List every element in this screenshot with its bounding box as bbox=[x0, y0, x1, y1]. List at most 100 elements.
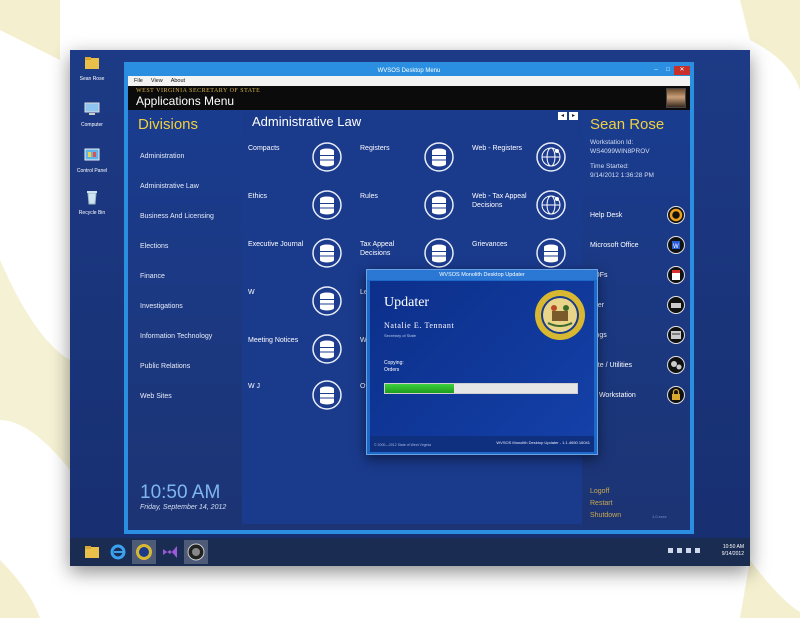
updater-heading: Updater bbox=[384, 295, 430, 310]
app-tile-icon[interactable] bbox=[312, 190, 342, 220]
version-text: 1.0.xxxx bbox=[652, 514, 667, 519]
desktop-icon-computer[interactable]: Computer bbox=[72, 100, 112, 128]
panel-next-button[interactable]: ▸ bbox=[569, 112, 578, 120]
app-tile[interactable]: Executive Journal bbox=[244, 238, 356, 278]
taskbar-wvsos-menu[interactable] bbox=[132, 540, 156, 564]
copy-status-label: Copying: bbox=[384, 360, 404, 366]
close-button[interactable]: ✕ bbox=[674, 66, 690, 75]
app-tile-icon[interactable] bbox=[312, 286, 342, 316]
tool-item[interactable]: ttings bbox=[590, 326, 685, 346]
tool-item[interactable]: date / Utilities bbox=[590, 356, 685, 376]
recycle-bin-icon bbox=[87, 191, 97, 205]
app-tile-icon[interactable] bbox=[536, 142, 566, 172]
maximize-button[interactable]: □ bbox=[662, 66, 674, 75]
division-item-administrative-law[interactable]: Administrative Law bbox=[140, 182, 214, 212]
time-started-label: Time Started: bbox=[590, 163, 629, 170]
app-tile[interactable]: Compacts bbox=[244, 142, 356, 182]
updater-footer: © 2000—2012 State of West Virginia WVSOS… bbox=[370, 436, 594, 452]
tool-item[interactable]: ck Workstation bbox=[590, 386, 685, 406]
app-tile-icon[interactable] bbox=[312, 142, 342, 172]
window-titlebar[interactable]: WVSOS Desktop Menu – □ ✕ bbox=[128, 66, 690, 76]
app-tile-label: Grievances bbox=[472, 241, 508, 248]
division-item-finance[interactable]: Finance bbox=[140, 272, 214, 302]
internet-explorer-icon bbox=[110, 544, 126, 560]
tray-arrow-icon[interactable] bbox=[668, 548, 673, 553]
app-tile-icon[interactable] bbox=[424, 190, 454, 220]
app-tile-icon[interactable] bbox=[536, 190, 566, 220]
clock-time: 10:50 AM bbox=[140, 482, 221, 503]
copy-status: Copying: Orders bbox=[384, 360, 404, 374]
app-tile-icon[interactable] bbox=[312, 380, 342, 410]
app-tile[interactable]: Ethics bbox=[244, 190, 356, 230]
taskbar-ie[interactable] bbox=[106, 540, 130, 564]
app-tile-label: Ethics bbox=[248, 193, 268, 200]
app-tile[interactable]: Web - Tax Appeal Decisions bbox=[468, 190, 580, 230]
database-icon bbox=[424, 142, 454, 172]
desktop-icon-control-panel[interactable]: Control Panel bbox=[72, 146, 112, 174]
division-item-administration[interactable]: Administration bbox=[140, 152, 214, 182]
division-item-business-licensing[interactable]: Business And Licensing bbox=[140, 212, 214, 242]
app-tile-icon[interactable] bbox=[424, 142, 454, 172]
taskbar-clock[interactable]: 10:50 AM 9/14/2012 bbox=[722, 544, 744, 558]
menu-view[interactable]: View bbox=[151, 76, 163, 86]
time-started: 9/14/2012 1:36:28 PM bbox=[590, 172, 654, 179]
database-icon bbox=[312, 286, 342, 316]
app-tile-icon[interactable] bbox=[312, 238, 342, 268]
tool-label: Microsoft Office bbox=[590, 242, 639, 249]
division-item-information-technology[interactable]: Information Technology bbox=[140, 332, 214, 362]
folder-icon bbox=[85, 57, 99, 69]
minimize-button[interactable]: – bbox=[650, 66, 662, 75]
division-item-public-relations[interactable]: Public Relations bbox=[140, 362, 214, 392]
panel-prev-button[interactable]: ◂ bbox=[558, 112, 567, 120]
tool-item[interactable]: Microsoft Office W bbox=[590, 236, 685, 256]
app-tile-icon[interactable] bbox=[312, 334, 342, 364]
division-item-elections[interactable]: Elections bbox=[140, 242, 214, 272]
taskbar-explorer[interactable] bbox=[80, 540, 104, 564]
shutdown-link[interactable]: Shutdown bbox=[590, 512, 621, 519]
workstation-id-label: Workstation Id: bbox=[590, 139, 634, 146]
computer-icon bbox=[84, 102, 100, 115]
globe-icon bbox=[536, 190, 566, 220]
app-tile[interactable]: Registers bbox=[356, 142, 468, 182]
tool-item[interactable]: nner bbox=[590, 296, 685, 316]
menu-file[interactable]: File bbox=[134, 76, 143, 86]
taskbar-visual-studio[interactable] bbox=[158, 540, 182, 564]
tray-network-icon[interactable] bbox=[686, 548, 691, 553]
tray-flag-icon[interactable] bbox=[677, 548, 682, 553]
window-title: WVSOS Desktop Menu bbox=[377, 68, 441, 74]
updater-title[interactable]: WVSOS Monolith Desktop Updater bbox=[367, 270, 597, 280]
taskbar-time: 10:50 AM bbox=[722, 544, 744, 550]
menu-about[interactable]: About bbox=[171, 76, 185, 86]
taskbar-updater[interactable] bbox=[184, 540, 208, 564]
tray-volume-icon[interactable] bbox=[695, 548, 700, 553]
division-item-web-sites[interactable]: Web Sites bbox=[140, 392, 214, 422]
workstation-id: WS4099WIN8PROV bbox=[590, 148, 650, 155]
app-tile-icon[interactable] bbox=[424, 238, 454, 268]
database-icon bbox=[424, 190, 454, 220]
system-tray-icons bbox=[668, 548, 700, 553]
progress-bar bbox=[384, 383, 578, 394]
panel-title: Administrative Law bbox=[252, 114, 362, 129]
file-explorer-icon bbox=[85, 546, 99, 558]
secretary-role: Secretary of State bbox=[384, 333, 417, 338]
app-tile-icon[interactable] bbox=[536, 238, 566, 268]
logoff-link[interactable]: Logoff bbox=[590, 488, 609, 495]
app-tile[interactable]: W bbox=[244, 286, 356, 326]
secretary-name: Natalie E. Tennant bbox=[384, 321, 455, 330]
app-tile[interactable]: W J bbox=[244, 380, 356, 420]
app-tile[interactable]: Web - Registers bbox=[468, 142, 580, 182]
restart-link[interactable]: Restart bbox=[590, 500, 613, 507]
user-panel: Sean Rose Workstation Id: WS4099WIN8PROV… bbox=[582, 110, 690, 524]
tool-label: Help Desk bbox=[590, 212, 623, 219]
tool-item[interactable]: Help Desk bbox=[590, 206, 685, 226]
control-panel-icon bbox=[84, 148, 100, 161]
database-icon bbox=[312, 334, 342, 364]
division-item-investigations[interactable]: Investigations bbox=[140, 302, 214, 332]
desktop-icon-user-folder[interactable]: Sean Rose bbox=[72, 54, 112, 82]
updater-copyright: © 2000—2012 State of West Virginia bbox=[374, 443, 432, 447]
tool-item[interactable]: PDFs bbox=[590, 266, 685, 286]
app-tile[interactable]: Rules bbox=[356, 190, 468, 230]
app-tile[interactable]: Meeting Notices bbox=[244, 334, 356, 374]
desktop-icon-recycle-bin[interactable]: Recycle Bin bbox=[72, 188, 112, 216]
database-icon bbox=[312, 190, 342, 220]
